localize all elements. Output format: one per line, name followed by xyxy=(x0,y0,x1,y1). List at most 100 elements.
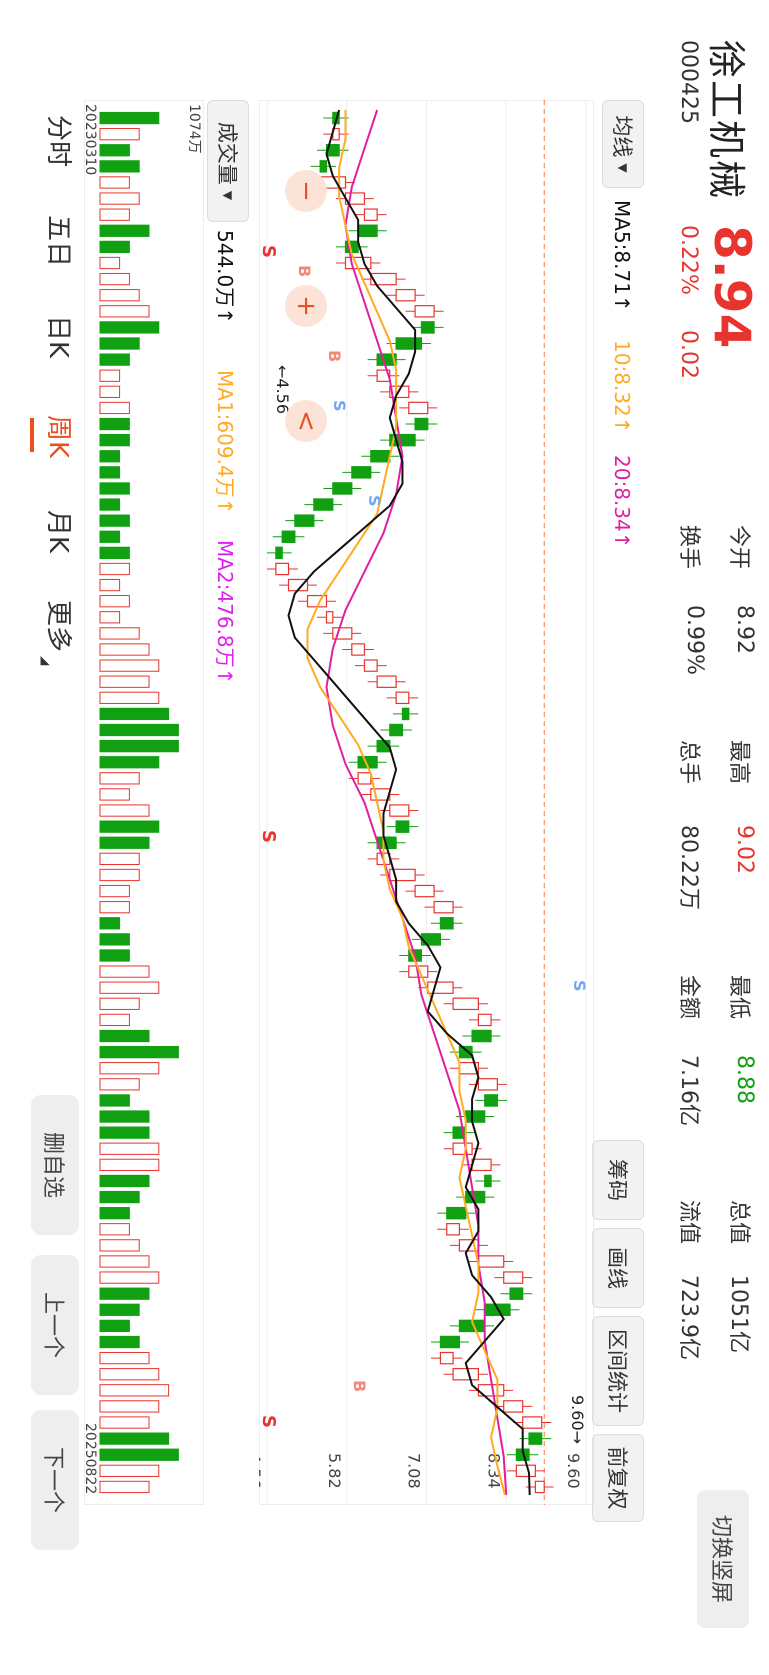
volume-bar xyxy=(99,1464,160,1477)
volume-bar xyxy=(99,1158,160,1171)
candle-body xyxy=(503,1271,524,1284)
volume-bar xyxy=(99,1432,170,1445)
tab-weekly-k[interactable]: 周K xyxy=(42,415,79,458)
next-stock-button[interactable]: 下一个 xyxy=(31,1410,79,1550)
volume-selector[interactable]: 成交量 ▼ xyxy=(207,100,249,222)
tab-intraday[interactable]: 分时 xyxy=(42,115,79,167)
volume-bar xyxy=(99,289,140,302)
more-caret-icon: ◢ xyxy=(39,656,53,666)
candle-body xyxy=(465,1110,486,1123)
scroll-left-button[interactable]: < xyxy=(285,400,327,442)
candle-body xyxy=(389,804,410,817)
sell-signal-tag: S xyxy=(365,495,384,507)
candle-body xyxy=(306,594,328,608)
volume-bar xyxy=(99,1271,160,1284)
candle-body xyxy=(452,997,480,1011)
candle-body xyxy=(433,900,454,914)
y-tick-label: 5.82 xyxy=(325,1453,344,1489)
volume-bar xyxy=(99,643,150,656)
candle-body xyxy=(414,884,435,898)
zoom-in-button[interactable]: + xyxy=(285,285,327,327)
volume-bar xyxy=(99,1013,130,1027)
candle-body xyxy=(471,1029,492,1043)
candle-body xyxy=(484,1174,492,1188)
volume-bar xyxy=(99,691,160,704)
stock-name: 徐工机械 xyxy=(704,40,748,201)
volume-bar xyxy=(99,756,160,769)
tab-five-day[interactable]: 五日 xyxy=(42,215,79,267)
volume-bar xyxy=(99,1207,130,1220)
candle-body xyxy=(477,1255,505,1268)
stat-turnover-label: 换手 xyxy=(676,525,701,570)
volume-bar xyxy=(99,1319,130,1333)
adjust-button[interactable]: 前复权 xyxy=(592,1434,644,1522)
y-tick-label: 9.60 xyxy=(564,1453,583,1489)
candle-body xyxy=(452,1142,473,1155)
tab-daily-k[interactable]: 日K xyxy=(42,315,79,358)
candle-body xyxy=(376,675,397,688)
volume-bar xyxy=(99,836,150,849)
volume-bar xyxy=(99,933,130,946)
candle-body xyxy=(401,707,410,721)
dropdown-icon: ▼ xyxy=(221,190,235,201)
candle-body xyxy=(439,1351,454,1365)
candle-body xyxy=(522,1416,543,1429)
volume-bar xyxy=(99,353,130,366)
buy-signal-tag: B xyxy=(350,1380,369,1392)
sell-signal-tag: S xyxy=(570,980,589,992)
volume-bar xyxy=(99,1045,179,1059)
stat-volume-value: 80.22万 xyxy=(676,825,701,910)
volume-bar xyxy=(99,498,121,511)
volume-bar xyxy=(99,272,130,286)
volume-max-label: 1074万 xyxy=(186,104,202,154)
volume-bar xyxy=(99,884,130,898)
volume-bar xyxy=(99,1078,140,1091)
volume-bar xyxy=(99,868,140,882)
candle-body xyxy=(414,305,435,318)
tab-more[interactable]: 更多 xyxy=(42,600,79,652)
ma-selector[interactable]: 均线 ▼ xyxy=(602,100,644,188)
candle-body xyxy=(351,466,372,479)
active-tab-indicator xyxy=(30,418,34,452)
sell-signal-tag: S xyxy=(330,400,349,412)
zoom-out-button[interactable]: − xyxy=(285,170,327,212)
volume-bar xyxy=(99,965,150,978)
remove-watchlist-button[interactable]: 删自选 xyxy=(31,1095,79,1235)
candle-body xyxy=(471,1158,492,1172)
y-tick-label: 8.34 xyxy=(484,1453,503,1489)
volume-bar xyxy=(99,1255,150,1268)
stat-low-label: 最低 xyxy=(726,975,751,1020)
candle-body xyxy=(281,530,296,544)
volume-bar xyxy=(99,917,121,930)
chips-button[interactable]: 筹码 xyxy=(592,1140,644,1220)
candle-body xyxy=(509,1287,524,1300)
candle-body xyxy=(420,933,442,946)
range-stats-button[interactable]: 区间统计 xyxy=(592,1316,644,1426)
volume-bar xyxy=(99,707,170,721)
change-percent: 0.22% xyxy=(676,225,701,295)
stock-code: 000425 xyxy=(676,40,701,124)
draw-line-button[interactable]: 画线 xyxy=(592,1228,644,1308)
candle-body xyxy=(458,1045,473,1059)
volume-bar xyxy=(99,627,140,640)
volume-bar xyxy=(99,1062,160,1075)
volume-chart[interactable]: 1074万 20230310 20250822 xyxy=(84,100,204,1505)
y-tick-label: 7.08 xyxy=(405,1453,424,1489)
candle-body xyxy=(439,917,454,930)
volume-bar xyxy=(99,595,130,608)
current-price: 8.94 xyxy=(703,225,761,349)
tab-monthly-k[interactable]: 月K xyxy=(42,510,79,553)
switch-portrait-button[interactable]: 切换竖屏 xyxy=(697,1490,749,1628)
volume-bar xyxy=(99,1351,150,1365)
previous-stock-button[interactable]: 上一个 xyxy=(31,1255,79,1395)
volume-value: 544.0万↑ xyxy=(213,230,237,325)
volume-bar xyxy=(99,385,121,398)
candle-body xyxy=(503,1400,524,1413)
start-date-label: 20230310 xyxy=(84,104,98,175)
volume-bar xyxy=(99,949,130,962)
volume-bar xyxy=(99,208,130,221)
home-indicator-spacer xyxy=(5,1415,13,1675)
volume-bar xyxy=(99,176,130,189)
volume-bar xyxy=(99,514,130,527)
max-marker-label: 9.60→ xyxy=(568,1395,587,1444)
